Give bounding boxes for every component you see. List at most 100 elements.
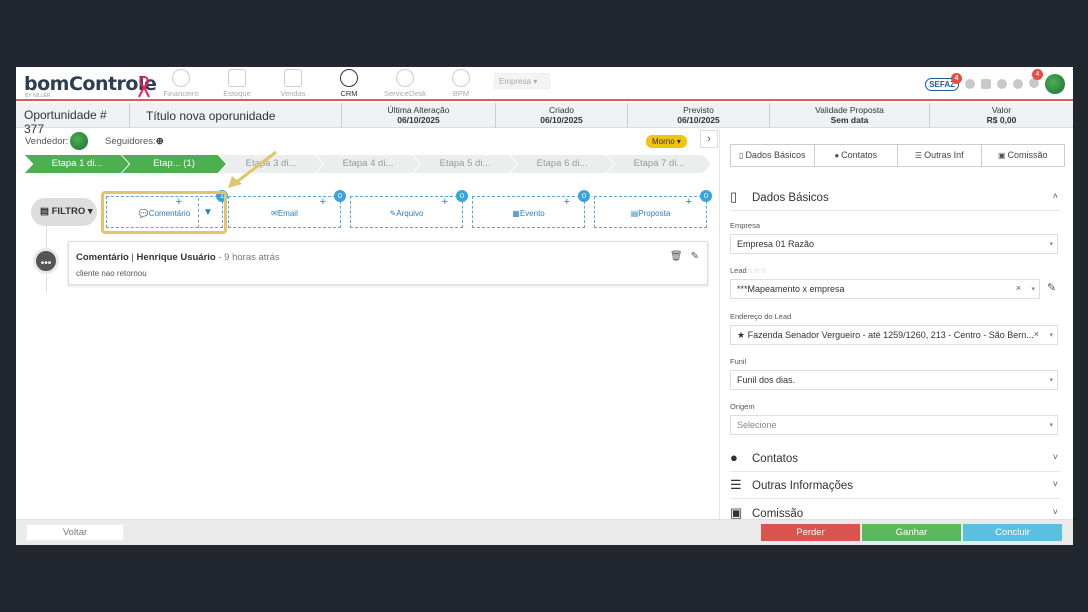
comment-bubble-icon: ••• (33, 248, 59, 274)
file-count-badge: 0 (456, 190, 468, 202)
document-icon: ▤ (40, 206, 49, 217)
bell-badge: 4 (1032, 69, 1043, 80)
nav-vendas[interactable]: Vendas (268, 69, 318, 98)
stage-1[interactable]: Etapa 1 di... (25, 155, 129, 173)
plus-icon: + (319, 196, 326, 208)
plus-icon: + (441, 196, 448, 208)
nav-bpm[interactable]: BPM (436, 69, 486, 98)
stage-5[interactable]: Etapa 5 di... (413, 155, 517, 173)
stage-7[interactable]: Etapa 7 di... (607, 155, 711, 173)
origem-select[interactable]: Selecione ▾ (730, 415, 1058, 435)
add-proposal-box[interactable]: + ▤Proposta 0 (594, 190, 712, 228)
clear-icon[interactable]: × (1016, 283, 1021, 293)
gear-icon[interactable] (997, 79, 1007, 89)
opportunity-title[interactable]: Título nova oporunidade (136, 103, 342, 128)
tab-comissao[interactable]: ▣ Comissão (980, 144, 1065, 167)
section-outras-informacoes[interactable]: ☰ Outras Informações ˅ (730, 477, 1060, 499)
chevron-down-icon: ˅ (1052, 507, 1058, 517)
vendedor-avatar[interactable] (70, 132, 88, 150)
section-contatos[interactable]: ● Contatos ˅ (730, 450, 1060, 472)
tab-contatos[interactable]: ● Contatos (813, 144, 898, 167)
add-follower-icon[interactable]: ⊕ (156, 136, 164, 147)
edit-lead-icon[interactable]: ✎ (1047, 281, 1056, 294)
nav-estoque[interactable]: Estoque (212, 69, 262, 98)
stage-4[interactable]: Etapa 4 di... (316, 155, 420, 173)
stage-6[interactable]: Etapa 6 di... (510, 155, 614, 173)
calendar-icon: ▦ (512, 209, 520, 218)
filter-button[interactable]: ▤ FILTRO ▾ (31, 198, 97, 226)
bell-button[interactable]: 4 (1029, 69, 1043, 93)
pink-ribbon-icon (138, 75, 150, 98)
empresa-select[interactable]: Empresa 01 Razão ▾ (730, 234, 1058, 254)
perder-button[interactable]: Perder (761, 524, 860, 541)
comment-time: - 9 horas atrás (218, 252, 280, 263)
whatsapp-icon[interactable] (965, 79, 975, 89)
endereco-select[interactable]: ★ Fazenda Senador Vergueiro - até 1259/1… (730, 325, 1058, 345)
header-valor: Valor R$ 0,00 (986, 105, 1017, 125)
crm-opportunity-window: bomControle BY NILLER Financeiro Estoque… (16, 67, 1073, 545)
tab-outras-inf[interactable]: ☰ Outras Inf (897, 144, 982, 167)
top-navbar: bomControle BY NILLER Financeiro Estoque… (16, 67, 1073, 101)
chevron-down-icon: ˅ (1052, 479, 1058, 489)
toggle-panel-button[interactable]: › (700, 130, 718, 148)
help-icon[interactable] (1013, 79, 1023, 89)
nav-financeiro[interactable]: Financeiro (156, 69, 206, 98)
nav-servicedesk[interactable]: ServiceDesk (380, 69, 430, 98)
chevron-down-icon: ˅ (1052, 452, 1058, 462)
document-icon: ▯ (730, 189, 738, 204)
section-dados-basicos[interactable]: ▯ Dados Básicos ˄ (730, 189, 1060, 211)
star-rating[interactable]: ☆☆☆ (747, 266, 767, 275)
user-avatar[interactable] (1045, 74, 1065, 94)
right-tabs: ▯ Dados Básicos ● Contatos ☰ Outras Inf ▣ Co… (730, 144, 1065, 167)
ganhar-button[interactable]: Ganhar (862, 524, 961, 541)
stage-2[interactable]: Etap... (1) (122, 155, 226, 173)
endereco-label: Endereço do Lead (730, 312, 792, 321)
opportunity-number: Oportunidade # 377 (16, 103, 130, 136)
empresa-select[interactable]: Empresa ▾ (494, 73, 550, 89)
chevron-up-icon: ˄ (1052, 191, 1058, 201)
top-right-icons: SEFAZ 4 4 (925, 69, 1065, 96)
pipeline-stages: Etapa 1 di... Etap... (1) Etapa 3 di... … (25, 155, 711, 173)
right-panel: ▯ Dados Básicos ● Contatos ☰ Outras Inf ▣ Co… (719, 129, 1073, 520)
person-icon: ● (834, 151, 840, 160)
seguidores-label[interactable]: Seguidores:⊕ (105, 136, 164, 147)
envelope-icon: ✉ (271, 209, 278, 218)
add-file-box[interactable]: + ✎Arquivo 0 (350, 190, 468, 228)
calendar-icon[interactable] (981, 79, 991, 89)
lead-select[interactable]: ***Mapeamento x empresa × ▾ (730, 279, 1040, 299)
sefaz-badge: 4 (951, 72, 962, 84)
funil-select[interactable]: Funil dos dias. ▾ (730, 370, 1058, 390)
tab-dados-basicos[interactable]: ▯ Dados Básicos (730, 144, 815, 167)
nav-crm[interactable]: CRM (324, 69, 374, 98)
plus-icon: + (563, 196, 570, 208)
concluir-button[interactable]: Concluir (963, 524, 1062, 541)
chevron-down-icon: ▾ (1049, 422, 1053, 429)
clear-icon[interactable]: × (1034, 329, 1039, 339)
lead-label: Lead☆☆☆ (730, 266, 767, 275)
money-icon: ▣ (997, 151, 1006, 160)
trash-icon[interactable]: 🗑 (670, 251, 683, 262)
box-icon (228, 69, 246, 87)
sefaz-button[interactable]: SEFAZ 4 (925, 72, 962, 91)
opportunity-header: Oportunidade # 377 Título nova oporunida… (16, 103, 1073, 136)
people-row: Vendedor: Seguidores:⊕ Morno ▾ (16, 129, 718, 153)
network-icon (452, 69, 470, 87)
voltar-button[interactable]: Voltar (26, 524, 124, 541)
chevron-down-icon: ▾ (1049, 377, 1053, 384)
comment-actions: 🗑 ✎ (670, 251, 699, 262)
comment-author: Henrique Usuário (136, 252, 216, 263)
email-count-badge: 0 (334, 190, 346, 202)
divider (730, 210, 1060, 211)
target-icon (340, 69, 358, 87)
temperature-badge[interactable]: Morno ▾ (646, 135, 687, 148)
add-event-box[interactable]: + ▦Evento 0 (472, 190, 590, 228)
comment-header: Comentário | Henrique Usuário - 9 horas … (76, 252, 280, 263)
header-criado: Criado 06/10/2025 (496, 103, 628, 128)
divider (730, 471, 1060, 472)
add-email-box[interactable]: + ✉Email 0 (228, 190, 346, 228)
edit-icon[interactable]: ✎ (691, 251, 699, 262)
plus-icon: + (685, 196, 692, 208)
annotation-arrow (228, 150, 277, 188)
cart-icon (284, 69, 302, 87)
chevron-down-icon: ▾ (1049, 332, 1053, 339)
